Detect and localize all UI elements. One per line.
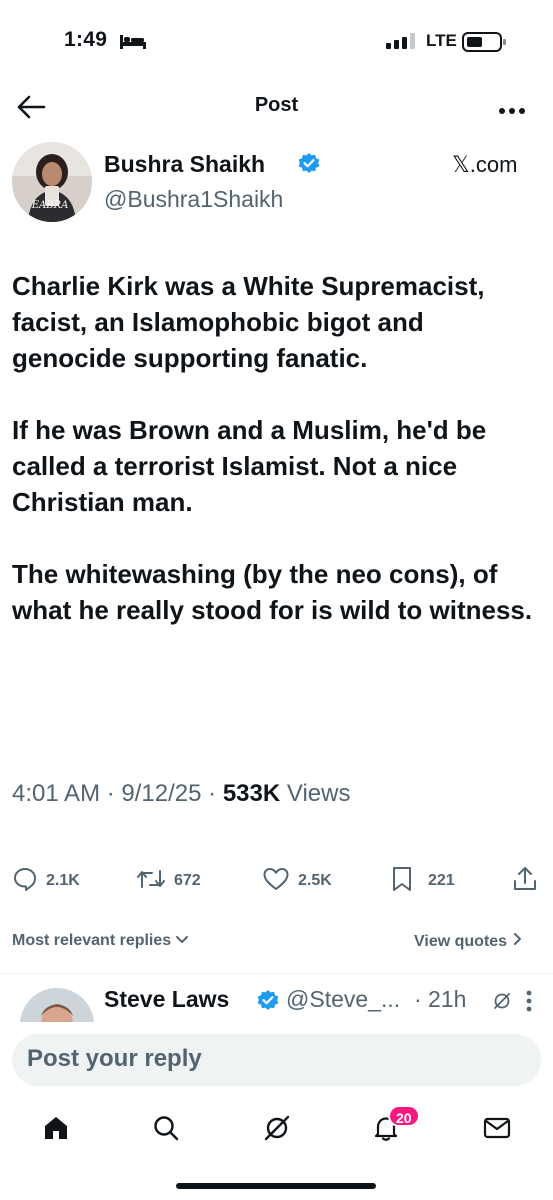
grok-icon[interactable] bbox=[492, 991, 512, 1016]
nav-messages[interactable] bbox=[477, 1110, 517, 1150]
meta-separator: · bbox=[106, 780, 122, 807]
more-icon[interactable] bbox=[526, 990, 532, 1017]
view-quotes-label: View quotes bbox=[414, 932, 508, 950]
reply-author-name[interactable]: Steve Laws bbox=[104, 986, 229, 1013]
tweet-paragraph: The whitewashing (by the neo cons), of w… bbox=[12, 559, 533, 625]
chevron-right-icon bbox=[513, 932, 523, 951]
grok-icon bbox=[262, 1113, 292, 1148]
views-label: Views bbox=[286, 780, 351, 807]
meta-separator: · bbox=[208, 780, 223, 807]
verified-icon[interactable] bbox=[297, 152, 321, 181]
view-quotes-link[interactable]: View quotes bbox=[414, 932, 523, 951]
author-handle[interactable]: @Bushra1Shaikh bbox=[104, 186, 283, 213]
sort-label: Most relevant replies bbox=[12, 932, 172, 949]
battery-icon bbox=[462, 32, 508, 57]
notifications-badge: 20 bbox=[388, 1105, 420, 1127]
like-icon bbox=[262, 866, 290, 897]
post-header: Post bbox=[0, 84, 553, 132]
nav-home[interactable] bbox=[36, 1110, 76, 1150]
more-icon[interactable] bbox=[498, 102, 526, 120]
like-count: 2.5K bbox=[298, 872, 332, 889]
verified-icon[interactable] bbox=[256, 989, 280, 1018]
repost-button[interactable]: 672 bbox=[136, 866, 201, 896]
reply-input-placeholder: Post your reply bbox=[27, 1045, 202, 1072]
tweet-text: Charlie Kirk was a White Supremacist, fa… bbox=[12, 268, 542, 664]
views-count[interactable]: 533K bbox=[223, 780, 280, 807]
share-button[interactable] bbox=[512, 866, 538, 896]
tweet-paragraph: If he was Brown and a Muslim, he'd be ca… bbox=[12, 415, 487, 517]
author-avatar[interactable]: EABRA bbox=[12, 142, 92, 222]
bookmark-icon bbox=[390, 865, 414, 898]
repost-icon bbox=[136, 867, 166, 896]
page-title: Post bbox=[254, 94, 299, 116]
home-icon bbox=[42, 1114, 70, 1147]
share-icon bbox=[512, 865, 538, 898]
like-button[interactable]: 2.5K bbox=[262, 866, 332, 896]
home-indicator bbox=[176, 1183, 376, 1189]
avatar-lettering: EABRA bbox=[31, 200, 69, 211]
replies-bar: Most relevant replies View quotes bbox=[0, 930, 553, 956]
mail-icon bbox=[483, 1116, 511, 1145]
bookmark-count: 221 bbox=[428, 872, 455, 889]
tweet-date: 9/12/25 bbox=[121, 780, 202, 807]
sort-replies-dropdown[interactable]: Most relevant replies bbox=[12, 932, 189, 950]
chevron-down-icon bbox=[175, 932, 189, 950]
source-label: 𝕏.com bbox=[452, 152, 518, 177]
nav-grok[interactable] bbox=[257, 1110, 297, 1150]
reply-time: · 21h bbox=[414, 986, 467, 1012]
search-icon bbox=[152, 1114, 180, 1147]
status-time: 1:49 bbox=[64, 28, 108, 51]
author-name[interactable]: Bushra Shaikh bbox=[104, 151, 265, 178]
bottom-nav bbox=[0, 1100, 553, 1156]
action-bar: 2.1K 672 2.5K 221 bbox=[0, 866, 553, 896]
repost-count: 672 bbox=[174, 872, 201, 889]
divider bbox=[0, 973, 553, 974]
reply-author-handle[interactable]: @Steve_... bbox=[286, 986, 400, 1013]
reply-input[interactable]: Post your reply bbox=[12, 1034, 541, 1086]
tweet-meta: 4:01 AM · 9/12/25 · 533K Views bbox=[12, 780, 350, 808]
bed-icon bbox=[120, 33, 146, 54]
reply-button[interactable]: 2.1K bbox=[12, 866, 80, 896]
tweet-time: 4:01 AM bbox=[12, 780, 101, 807]
signal-icon bbox=[386, 33, 418, 54]
nav-search[interactable] bbox=[146, 1110, 186, 1150]
status-bar: 1:49 LTE bbox=[0, 0, 553, 84]
reply-icon bbox=[12, 866, 38, 897]
reply-count: 2.1K bbox=[46, 872, 80, 889]
bookmark-button[interactable]: 221 bbox=[390, 866, 455, 896]
network-label: LTE bbox=[426, 31, 457, 50]
tweet-paragraph: Charlie Kirk was a White Supremacist, fa… bbox=[12, 271, 485, 373]
